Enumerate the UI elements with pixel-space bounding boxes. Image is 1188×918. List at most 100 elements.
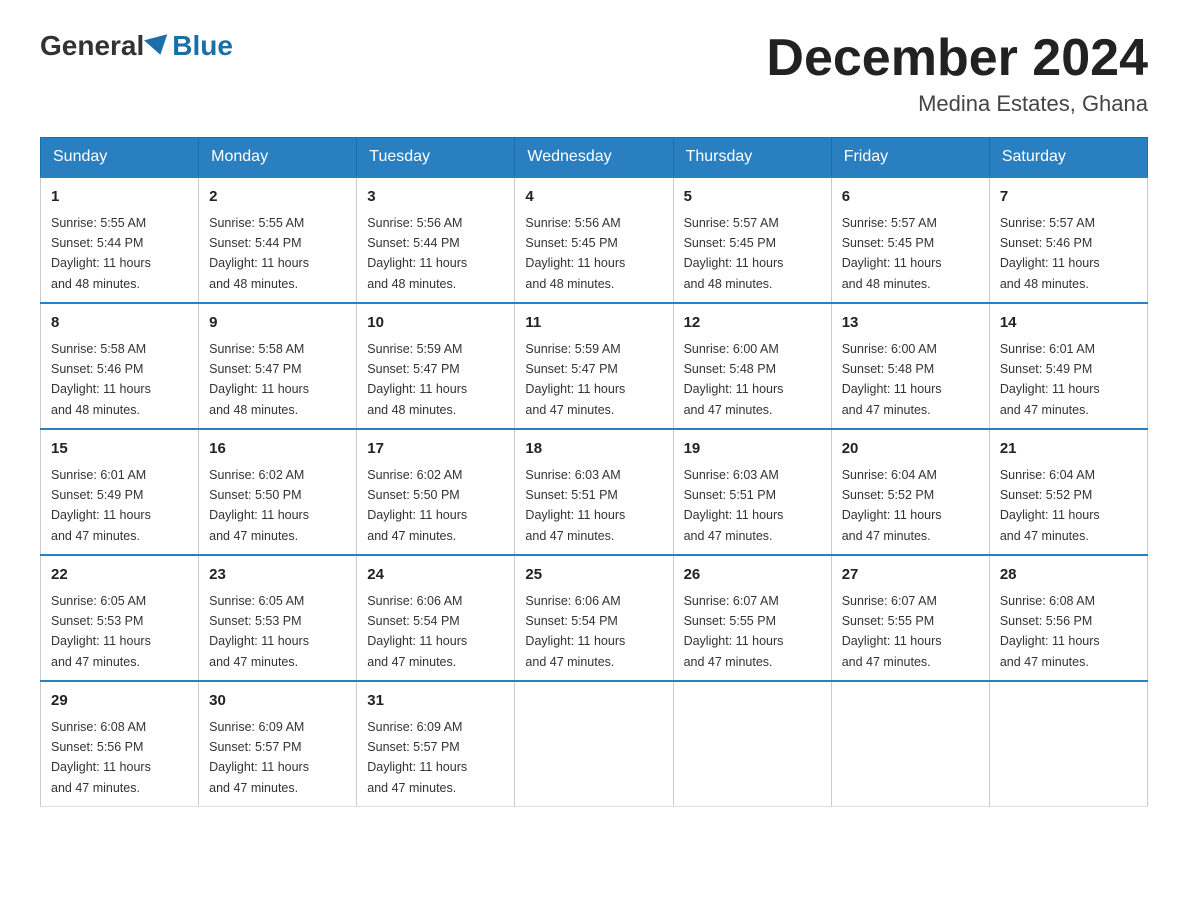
day-number: 24: [367, 564, 504, 587]
day-info: Sunrise: 6:07 AMSunset: 5:55 PMDaylight:…: [684, 594, 784, 669]
calendar-day-cell: 25 Sunrise: 6:06 AMSunset: 5:54 PMDaylig…: [515, 555, 673, 681]
day-info: Sunrise: 5:58 AMSunset: 5:46 PMDaylight:…: [51, 342, 151, 417]
day-info: Sunrise: 5:56 AMSunset: 5:45 PMDaylight:…: [525, 216, 625, 291]
day-info: Sunrise: 6:02 AMSunset: 5:50 PMDaylight:…: [367, 468, 467, 543]
calendar-day-cell: 12 Sunrise: 6:00 AMSunset: 5:48 PMDaylig…: [673, 303, 831, 429]
calendar-day-cell: 2 Sunrise: 5:55 AMSunset: 5:44 PMDayligh…: [199, 177, 357, 303]
day-info: Sunrise: 5:55 AMSunset: 5:44 PMDaylight:…: [209, 216, 309, 291]
calendar-day-cell: 14 Sunrise: 6:01 AMSunset: 5:49 PMDaylig…: [989, 303, 1147, 429]
day-header-thursday: Thursday: [673, 138, 831, 178]
day-number: 30: [209, 690, 346, 713]
calendar-week-row: 15 Sunrise: 6:01 AMSunset: 5:49 PMDaylig…: [41, 429, 1148, 555]
day-number: 18: [525, 438, 662, 461]
day-number: 15: [51, 438, 188, 461]
day-info: Sunrise: 6:00 AMSunset: 5:48 PMDaylight:…: [684, 342, 784, 417]
day-number: 20: [842, 438, 979, 461]
calendar-header-row: SundayMondayTuesdayWednesdayThursdayFrid…: [41, 138, 1148, 178]
day-number: 17: [367, 438, 504, 461]
calendar-week-row: 22 Sunrise: 6:05 AMSunset: 5:53 PMDaylig…: [41, 555, 1148, 681]
calendar-day-cell: 26 Sunrise: 6:07 AMSunset: 5:55 PMDaylig…: [673, 555, 831, 681]
calendar-day-cell: 10 Sunrise: 5:59 AMSunset: 5:47 PMDaylig…: [357, 303, 515, 429]
day-info: Sunrise: 6:03 AMSunset: 5:51 PMDaylight:…: [525, 468, 625, 543]
day-info: Sunrise: 5:59 AMSunset: 5:47 PMDaylight:…: [367, 342, 467, 417]
day-info: Sunrise: 5:57 AMSunset: 5:45 PMDaylight:…: [684, 216, 784, 291]
day-info: Sunrise: 6:09 AMSunset: 5:57 PMDaylight:…: [367, 720, 467, 795]
day-info: Sunrise: 6:04 AMSunset: 5:52 PMDaylight:…: [1000, 468, 1100, 543]
day-number: 23: [209, 564, 346, 587]
day-number: 28: [1000, 564, 1137, 587]
calendar-day-cell: 6 Sunrise: 5:57 AMSunset: 5:45 PMDayligh…: [831, 177, 989, 303]
day-info: Sunrise: 5:59 AMSunset: 5:47 PMDaylight:…: [525, 342, 625, 417]
day-header-sunday: Sunday: [41, 138, 199, 178]
calendar-table: SundayMondayTuesdayWednesdayThursdayFrid…: [40, 137, 1148, 807]
day-number: 3: [367, 186, 504, 209]
calendar-day-cell: 9 Sunrise: 5:58 AMSunset: 5:47 PMDayligh…: [199, 303, 357, 429]
day-number: 6: [842, 186, 979, 209]
day-info: Sunrise: 5:57 AMSunset: 5:45 PMDaylight:…: [842, 216, 942, 291]
day-info: Sunrise: 6:01 AMSunset: 5:49 PMDaylight:…: [1000, 342, 1100, 417]
title-section: December 2024 Medina Estates, Ghana: [766, 30, 1148, 117]
day-number: 12: [684, 312, 821, 335]
day-info: Sunrise: 6:06 AMSunset: 5:54 PMDaylight:…: [367, 594, 467, 669]
day-info: Sunrise: 6:04 AMSunset: 5:52 PMDaylight:…: [842, 468, 942, 543]
day-number: 26: [684, 564, 821, 587]
calendar-day-cell: 22 Sunrise: 6:05 AMSunset: 5:53 PMDaylig…: [41, 555, 199, 681]
logo-blue-text: Blue: [172, 30, 233, 62]
day-number: 1: [51, 186, 188, 209]
calendar-day-cell: 15 Sunrise: 6:01 AMSunset: 5:49 PMDaylig…: [41, 429, 199, 555]
day-header-friday: Friday: [831, 138, 989, 178]
month-title: December 2024: [766, 30, 1148, 87]
day-info: Sunrise: 6:09 AMSunset: 5:57 PMDaylight:…: [209, 720, 309, 795]
day-number: 4: [525, 186, 662, 209]
calendar-day-cell: 28 Sunrise: 6:08 AMSunset: 5:56 PMDaylig…: [989, 555, 1147, 681]
calendar-day-cell: 1 Sunrise: 5:55 AMSunset: 5:44 PMDayligh…: [41, 177, 199, 303]
calendar-day-cell: 11 Sunrise: 5:59 AMSunset: 5:47 PMDaylig…: [515, 303, 673, 429]
day-number: 14: [1000, 312, 1137, 335]
day-number: 11: [525, 312, 662, 335]
day-info: Sunrise: 6:02 AMSunset: 5:50 PMDaylight:…: [209, 468, 309, 543]
logo: General Blue: [40, 30, 233, 62]
calendar-day-cell: 30 Sunrise: 6:09 AMSunset: 5:57 PMDaylig…: [199, 681, 357, 807]
day-number: 19: [684, 438, 821, 461]
day-info: Sunrise: 5:57 AMSunset: 5:46 PMDaylight:…: [1000, 216, 1100, 291]
calendar-day-cell: [831, 681, 989, 807]
day-info: Sunrise: 5:58 AMSunset: 5:47 PMDaylight:…: [209, 342, 309, 417]
calendar-day-cell: 24 Sunrise: 6:06 AMSunset: 5:54 PMDaylig…: [357, 555, 515, 681]
day-number: 31: [367, 690, 504, 713]
day-number: 25: [525, 564, 662, 587]
day-number: 13: [842, 312, 979, 335]
calendar-day-cell: 13 Sunrise: 6:00 AMSunset: 5:48 PMDaylig…: [831, 303, 989, 429]
logo-general-text: General: [40, 30, 144, 62]
day-info: Sunrise: 5:56 AMSunset: 5:44 PMDaylight:…: [367, 216, 467, 291]
logo-arrow-icon: [144, 34, 172, 58]
calendar-week-row: 1 Sunrise: 5:55 AMSunset: 5:44 PMDayligh…: [41, 177, 1148, 303]
day-number: 22: [51, 564, 188, 587]
calendar-day-cell: 27 Sunrise: 6:07 AMSunset: 5:55 PMDaylig…: [831, 555, 989, 681]
day-header-tuesday: Tuesday: [357, 138, 515, 178]
day-info: Sunrise: 6:03 AMSunset: 5:51 PMDaylight:…: [684, 468, 784, 543]
calendar-day-cell: [989, 681, 1147, 807]
day-number: 8: [51, 312, 188, 335]
calendar-day-cell: 8 Sunrise: 5:58 AMSunset: 5:46 PMDayligh…: [41, 303, 199, 429]
calendar-day-cell: 7 Sunrise: 5:57 AMSunset: 5:46 PMDayligh…: [989, 177, 1147, 303]
day-info: Sunrise: 5:55 AMSunset: 5:44 PMDaylight:…: [51, 216, 151, 291]
day-info: Sunrise: 6:01 AMSunset: 5:49 PMDaylight:…: [51, 468, 151, 543]
day-header-saturday: Saturday: [989, 138, 1147, 178]
day-number: 27: [842, 564, 979, 587]
day-info: Sunrise: 6:07 AMSunset: 5:55 PMDaylight:…: [842, 594, 942, 669]
day-number: 2: [209, 186, 346, 209]
location-title: Medina Estates, Ghana: [766, 91, 1148, 117]
day-info: Sunrise: 6:00 AMSunset: 5:48 PMDaylight:…: [842, 342, 942, 417]
day-info: Sunrise: 6:05 AMSunset: 5:53 PMDaylight:…: [209, 594, 309, 669]
calendar-day-cell: [673, 681, 831, 807]
calendar-day-cell: 4 Sunrise: 5:56 AMSunset: 5:45 PMDayligh…: [515, 177, 673, 303]
calendar-day-cell: 18 Sunrise: 6:03 AMSunset: 5:51 PMDaylig…: [515, 429, 673, 555]
day-number: 7: [1000, 186, 1137, 209]
day-number: 21: [1000, 438, 1137, 461]
calendar-day-cell: [515, 681, 673, 807]
calendar-day-cell: 31 Sunrise: 6:09 AMSunset: 5:57 PMDaylig…: [357, 681, 515, 807]
calendar-day-cell: 29 Sunrise: 6:08 AMSunset: 5:56 PMDaylig…: [41, 681, 199, 807]
calendar-day-cell: 21 Sunrise: 6:04 AMSunset: 5:52 PMDaylig…: [989, 429, 1147, 555]
calendar-day-cell: 19 Sunrise: 6:03 AMSunset: 5:51 PMDaylig…: [673, 429, 831, 555]
calendar-day-cell: 5 Sunrise: 5:57 AMSunset: 5:45 PMDayligh…: [673, 177, 831, 303]
